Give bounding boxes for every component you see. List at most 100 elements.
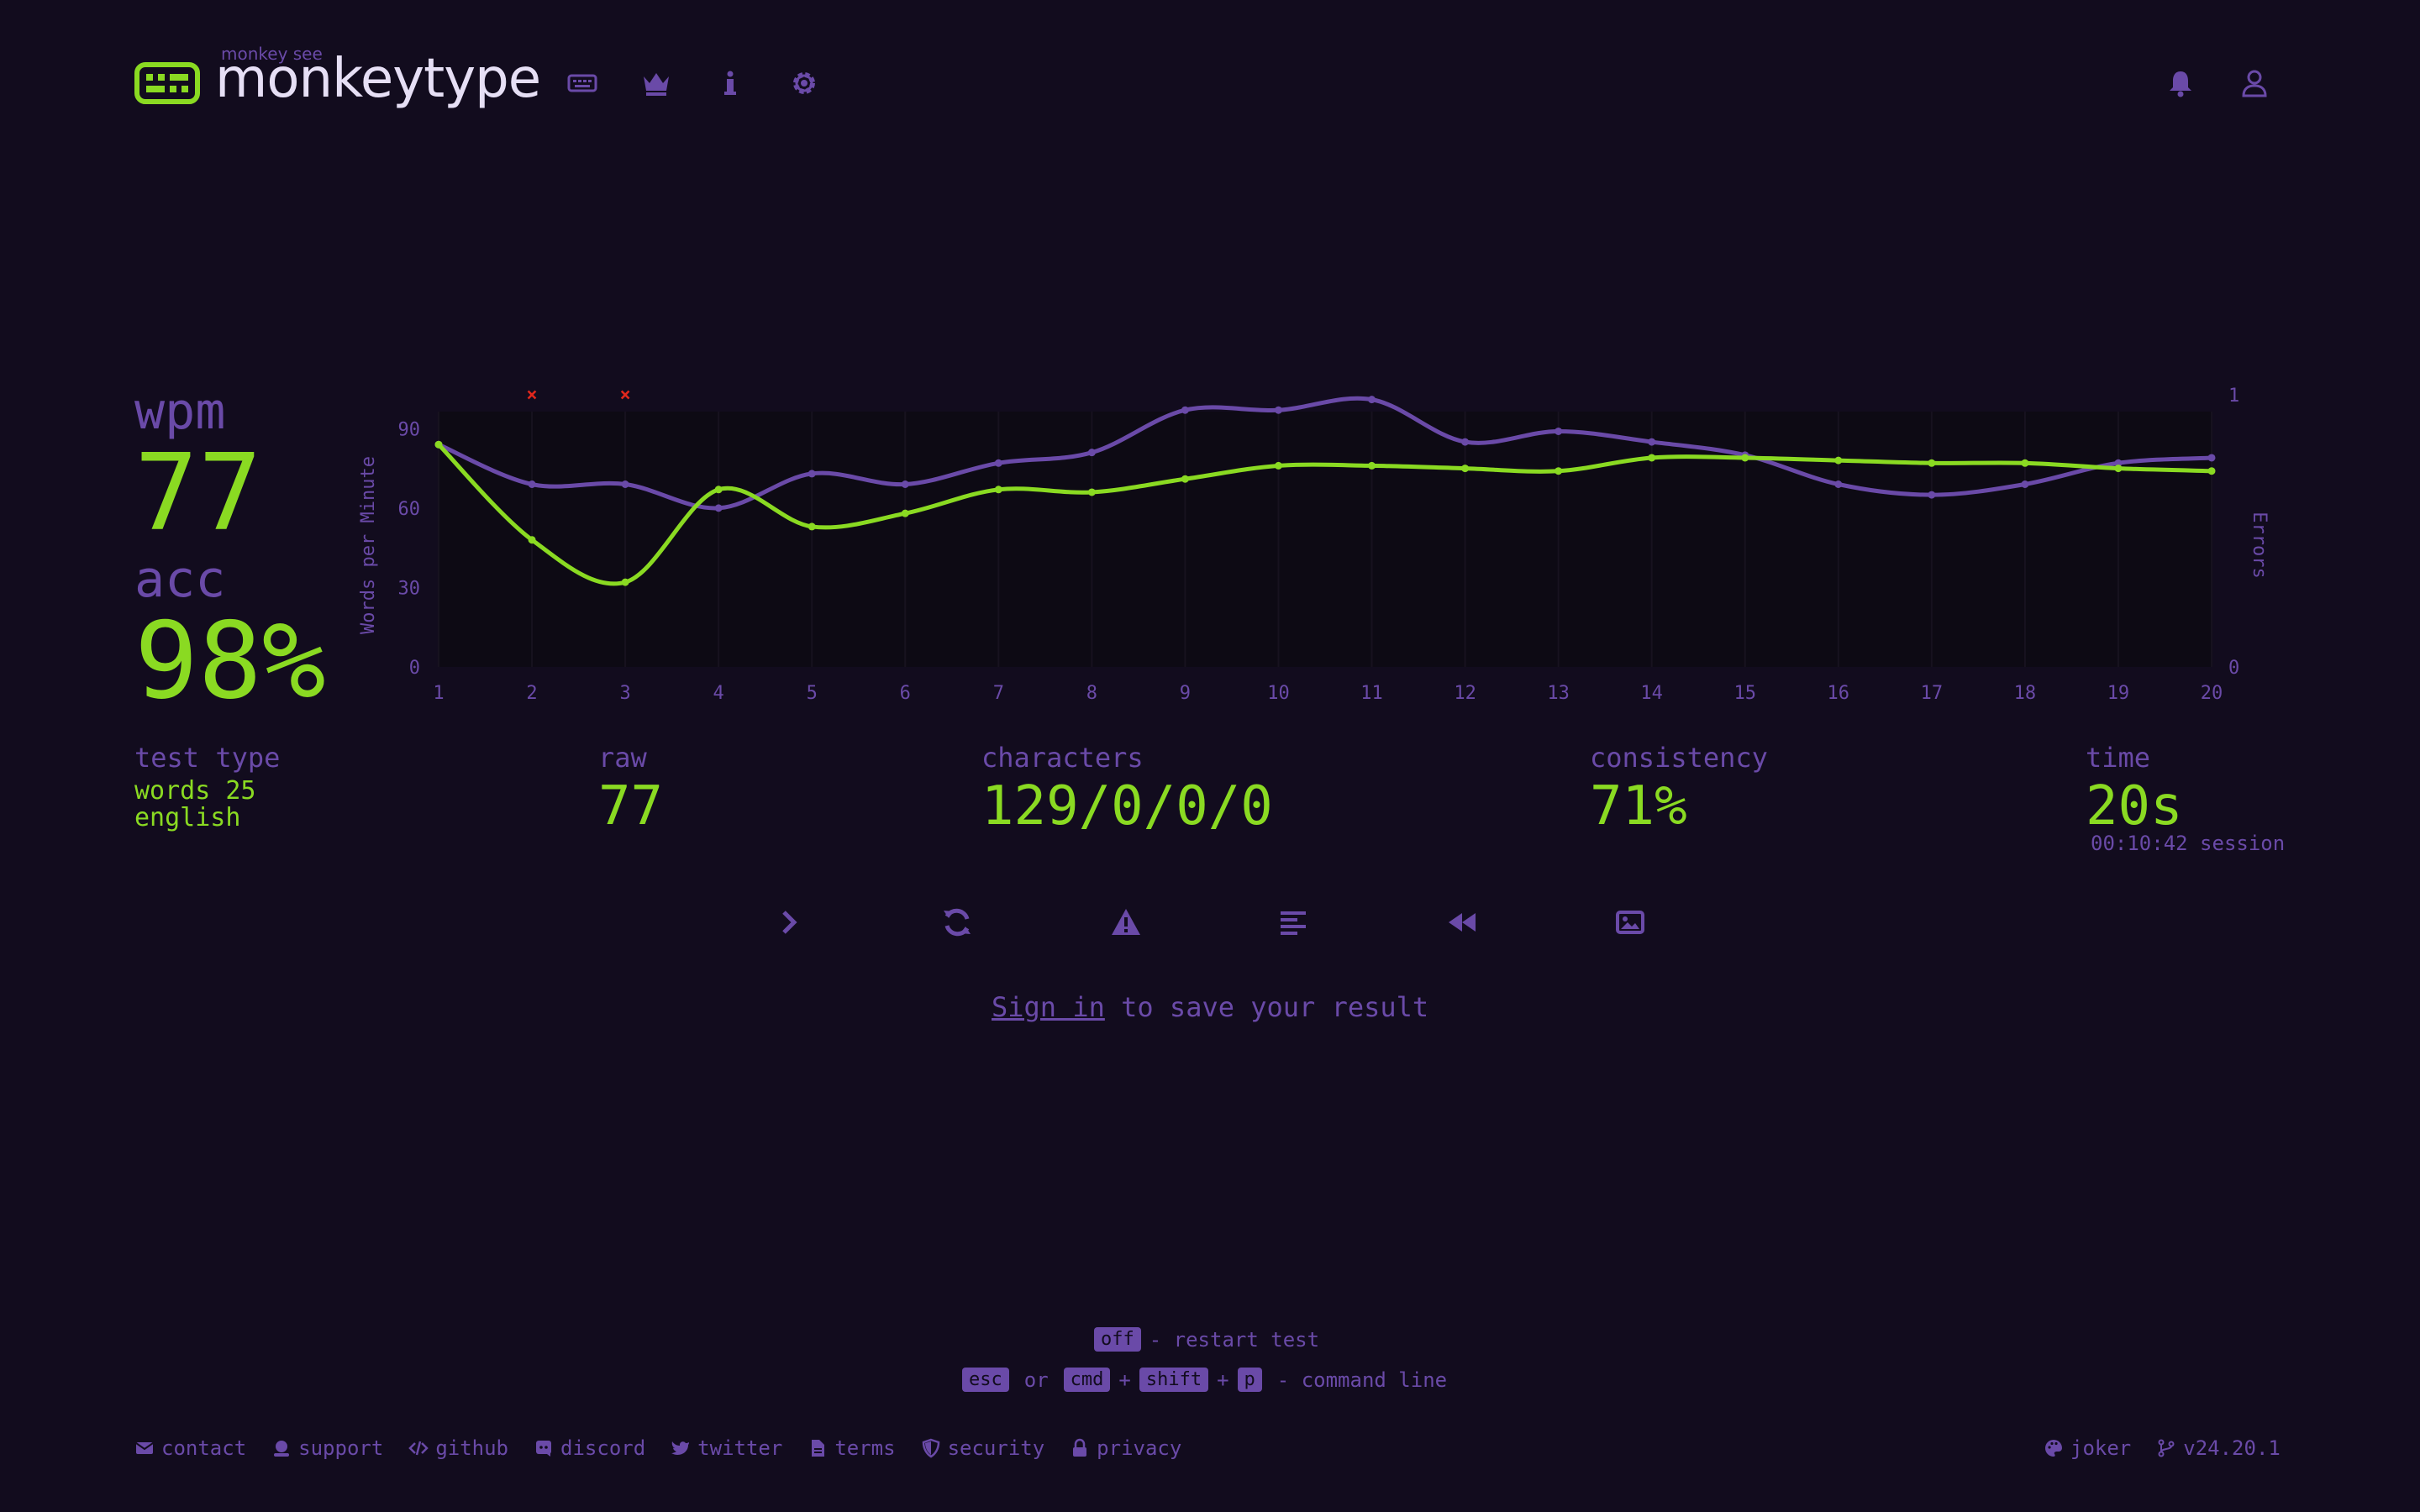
chart-y-axis-label: Words per Minute [358,456,379,634]
chart-point-wpm [1274,461,1282,470]
footer-links: contact support github discord twitter t… [134,1436,1181,1460]
chart-point-wpm [434,440,443,449]
characters-value[interactable]: 129/0/0/0 [981,778,1273,835]
chart-point-raw [901,480,909,488]
keyboard-icon[interactable] [566,66,599,100]
chart-point-wpm [714,486,723,494]
acc-value[interactable]: 98% [134,608,326,714]
footer-github-label: github [435,1436,509,1460]
chart-y-tick-label: 0 [409,658,420,679]
file-icon [812,1440,825,1457]
chart-point-wpm [621,578,629,586]
chart-y-tick-label: 90 [398,419,421,440]
chart-point-raw [1274,406,1282,414]
footer-theme[interactable]: joker [2044,1436,2131,1460]
time-value[interactable]: 20s [2086,778,2183,835]
chart-point-raw [2207,454,2216,462]
chart-x-tick-label: 9 [1180,683,1191,704]
chart-x-tick-label: 2 [526,683,537,704]
restart-icon[interactable] [932,897,982,948]
code-icon [408,1441,429,1456]
words-history-icon[interactable] [1268,897,1318,948]
chart-point-wpm [1368,461,1376,470]
restart-key: off [1094,1327,1141,1352]
footer-version[interactable]: v24.20.1 [2156,1436,2281,1460]
logo-keyboard-icon[interactable] [134,62,200,104]
shield-icon [922,1438,939,1458]
characters-label: characters [981,742,1144,774]
info-icon[interactable] [713,66,747,100]
shift-key: shift [1139,1368,1209,1392]
consistency-value[interactable]: 71% [1590,778,1687,835]
chart-point-raw [1928,491,1936,499]
gear-icon[interactable] [787,66,821,100]
logo-title[interactable]: monkeytype [215,47,541,111]
twitter-icon [671,1441,690,1455]
chart-point-raw [808,470,816,478]
chart-point-wpm [1087,488,1096,496]
footer-contact[interactable]: contact [134,1436,246,1460]
chart-error-marker: × [619,385,630,406]
footer-privacy-label: privacy [1097,1436,1182,1460]
chart-x-tick-label: 5 [807,683,818,704]
chart-point-raw [2021,480,2029,488]
chart-point-raw [1555,427,1563,435]
chart-x-tick-label: 14 [1640,683,1663,704]
chart-point-wpm [1555,467,1563,475]
chart-point-raw [1181,406,1189,414]
chart-y-tick-label: 30 [398,578,421,599]
footer-github[interactable]: github [408,1436,508,1460]
screenshot-icon[interactable] [1605,897,1655,948]
chart-x-tick-label: 10 [1267,683,1290,704]
signin-link[interactable]: Sign in [992,991,1105,1023]
crown-icon[interactable] [639,66,673,100]
next-test-icon[interactable] [764,897,814,948]
hint-or: or [1023,1368,1049,1392]
chart-x-tick-label: 17 [1921,683,1944,704]
palette-icon [2045,1440,2062,1457]
replay-icon[interactable] [1437,897,1487,948]
footer-security-label: security [947,1436,1045,1460]
footer-support[interactable]: support [271,1436,383,1460]
footer-discord[interactable]: discord [534,1436,645,1460]
footer-contact-label: contact [161,1436,247,1460]
wpm-value: 77 [134,431,262,554]
warning-icon[interactable] [1101,897,1151,948]
chart-point-wpm [528,536,536,544]
footer-terms-label: terms [834,1436,896,1460]
restart-hint: off - restart test [1094,1327,1319,1352]
test-type-language[interactable]: english [134,805,240,832]
chart-x-tick-label: 11 [1360,683,1383,704]
chart-x-tick-label: 20 [2201,683,2223,704]
chart-point-wpm [1648,454,1656,462]
hint-plus-2: + [1217,1368,1229,1392]
footer-privacy[interactable]: privacy [1070,1436,1181,1460]
session-time: 00:10:42 session [2091,832,2286,855]
chart-point-raw [621,480,629,488]
chart-x-tick-label: 15 [1733,683,1756,704]
footer-twitter[interactable]: twitter [671,1436,782,1460]
footer-terms[interactable]: terms [808,1436,896,1460]
chart-point-wpm [1741,454,1749,462]
wpm-chart[interactable]: 0306090011 2 3 4 5 6 7 8 9 10 11 12 13 14 15 16 17 18 19 20… [353,378,2269,731]
donate-icon [274,1441,290,1457]
chart-point-wpm [1461,465,1470,473]
user-icon[interactable] [2238,66,2271,100]
footer-version-label: v24.20.1 [2183,1436,2281,1460]
footer-theme-label: joker [2070,1436,2132,1460]
test-type-words[interactable]: words 25 [134,778,256,805]
raw-value[interactable]: 77 [598,778,663,835]
chart-point-raw [1834,480,1843,488]
test-type-label: test type [134,742,281,774]
chart-y-tick-label: 60 [398,499,421,520]
chart-x-tick-label: 3 [619,683,630,704]
footer-security[interactable]: security [921,1436,1045,1460]
chart-point-wpm [1181,475,1189,483]
chart-x-tick-label: 4 [713,683,724,704]
time-label: time [2086,742,2151,774]
bell-icon[interactable] [2164,66,2197,100]
signin-rest: to save your result [1104,991,1429,1023]
raw-label: raw [598,742,647,774]
branch-icon [2158,1439,2175,1457]
chart-point-wpm [994,486,1002,494]
